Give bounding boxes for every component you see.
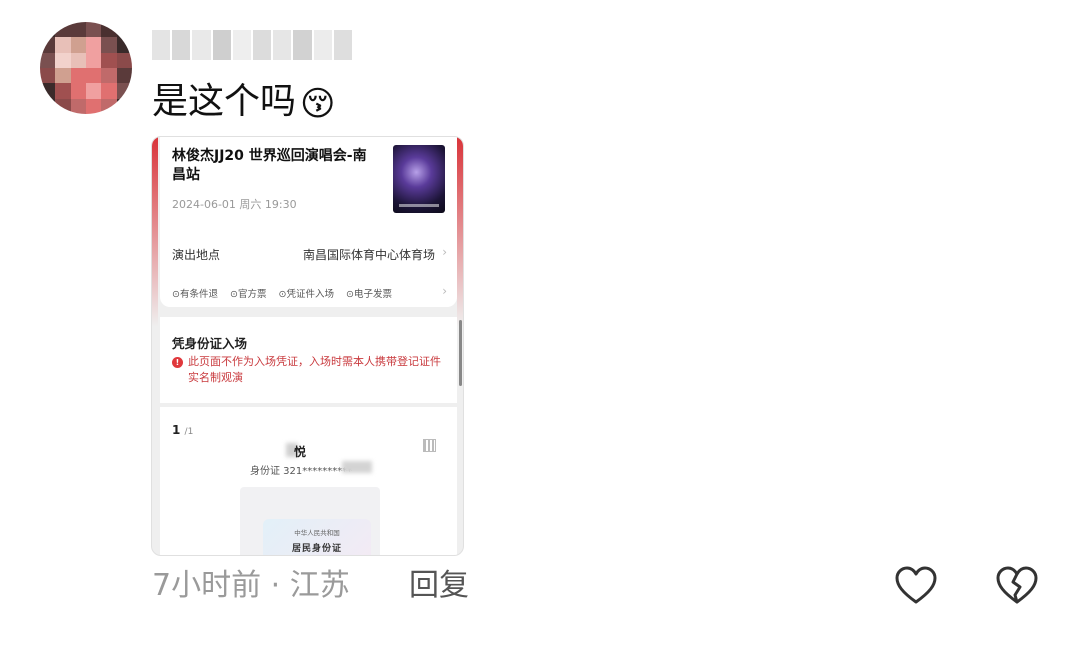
avatar-pixel xyxy=(55,22,71,38)
event-datetime: 2024-06-01 周六 19:30 xyxy=(172,198,297,211)
avatar-pixel xyxy=(55,83,71,99)
username-redacted[interactable] xyxy=(152,30,353,60)
avatar-pixel xyxy=(40,98,56,114)
tag-conditional-refund: ⊙有条件退 xyxy=(172,289,218,300)
ticket-index: 1 xyxy=(172,423,181,437)
avatar-pixel xyxy=(116,37,132,53)
avatar-pixel xyxy=(116,83,132,99)
decorative-edge-right xyxy=(457,137,463,327)
id-number-redaction xyxy=(342,461,372,473)
heart-eyes-kiss-emoji: 😚 xyxy=(300,84,336,124)
avatar-pixel xyxy=(85,83,102,99)
avatar-pixel xyxy=(70,22,86,38)
comment-time-location: 7小时前 · 江苏 xyxy=(152,568,350,603)
id-card-line2: 居民身份证 xyxy=(291,544,342,554)
comment-body: 是这个吗 xyxy=(152,81,297,122)
qr-code-icon xyxy=(423,439,436,452)
id-number: 身份证 321********** xyxy=(250,466,353,477)
avatar-pixel xyxy=(116,22,132,38)
venue-label: 演出地点 xyxy=(172,248,221,262)
ticket-count: 1 /1 xyxy=(172,423,193,437)
tag-id-entry: ⊙凭证件入场 xyxy=(278,289,334,300)
avatar[interactable] xyxy=(40,22,132,114)
reply-button[interactable]: 回复 xyxy=(409,566,469,606)
heart-outline-icon[interactable] xyxy=(892,562,940,610)
tag-e-invoice: ⊙电子发票 xyxy=(346,289,392,300)
id-entry-card: 凭身份证入场 ! 此页面不作为入场凭证，入场时需本人携带登记证件实名制观演 xyxy=(160,317,457,403)
attached-screenshot[interactable]: 林俊杰JJ20 世界巡回演唱会-南昌站 2024-06-01 周六 19:30 … xyxy=(151,136,464,556)
avatar-pixel xyxy=(55,52,71,68)
broken-heart-icon[interactable] xyxy=(993,562,1041,610)
ticket-holder-card: 1 /1 悦 身份证 321********** 中华人民共和国 居民身份证 xyxy=(160,407,457,555)
scrollbar xyxy=(459,320,462,386)
avatar-pixel xyxy=(70,52,86,68)
avatar-pixel xyxy=(40,22,56,38)
comment-text: 是这个吗 😚 xyxy=(152,78,335,126)
avatar-pixel xyxy=(85,37,102,53)
chevron-right-icon: › xyxy=(442,245,447,259)
avatar-pixel xyxy=(85,98,102,114)
avatar-pixel xyxy=(101,37,117,53)
ticket-total: /1 xyxy=(184,427,194,437)
id-card-image: 中华人民共和国 居民身份证 xyxy=(263,519,371,555)
avatar-pixel xyxy=(101,98,117,114)
decorative-edge-left xyxy=(152,137,158,327)
tag-official-ticket: ⊙官方票 xyxy=(230,289,267,300)
warning-text: 此页面不作为入场凭证，入场时需本人携带登记证件实名制观演 xyxy=(188,355,441,384)
avatar-pixel xyxy=(101,83,117,99)
avatar-pixel xyxy=(70,37,86,53)
avatar-pixel xyxy=(101,67,117,84)
warning-icon: ! xyxy=(172,357,183,368)
venue-value: 南昌国际体育中心体育场 xyxy=(302,248,435,262)
event-card: 林俊杰JJ20 世界巡回演唱会-南昌站 2024-06-01 周六 19:30 … xyxy=(160,137,457,307)
id-card-line1: 中华人民共和国 xyxy=(294,529,340,537)
avatar-pixel xyxy=(55,98,71,114)
avatar-pixel xyxy=(85,22,102,38)
ticket-tags: ⊙有条件退 ⊙官方票 ⊙凭证件入场 ⊙电子发票 xyxy=(172,286,401,300)
avatar-pixel xyxy=(40,67,56,84)
avatar-pixel xyxy=(55,67,71,84)
avatar-pixel xyxy=(116,98,132,114)
chevron-right-icon: › xyxy=(442,284,447,298)
id-entry-title: 凭身份证入场 xyxy=(172,336,248,351)
avatar-pixel xyxy=(85,67,102,84)
avatar-pixel xyxy=(85,52,102,68)
event-poster-image xyxy=(393,145,445,213)
avatar-pixel xyxy=(40,37,56,53)
avatar-pixel xyxy=(101,22,117,38)
avatar-pixel xyxy=(116,52,132,68)
avatar-pixel xyxy=(70,83,86,99)
avatar-pixel xyxy=(55,37,71,53)
holder-name: 悦 xyxy=(294,445,307,459)
avatar-pixel xyxy=(101,52,117,68)
avatar-pixel xyxy=(40,83,56,99)
event-title: 林俊杰JJ20 世界巡回演唱会-南昌站 xyxy=(172,148,367,183)
avatar-pixel xyxy=(70,67,86,84)
avatar-pixel xyxy=(70,98,86,114)
avatar-pixel xyxy=(40,52,56,68)
avatar-pixel xyxy=(116,67,132,84)
